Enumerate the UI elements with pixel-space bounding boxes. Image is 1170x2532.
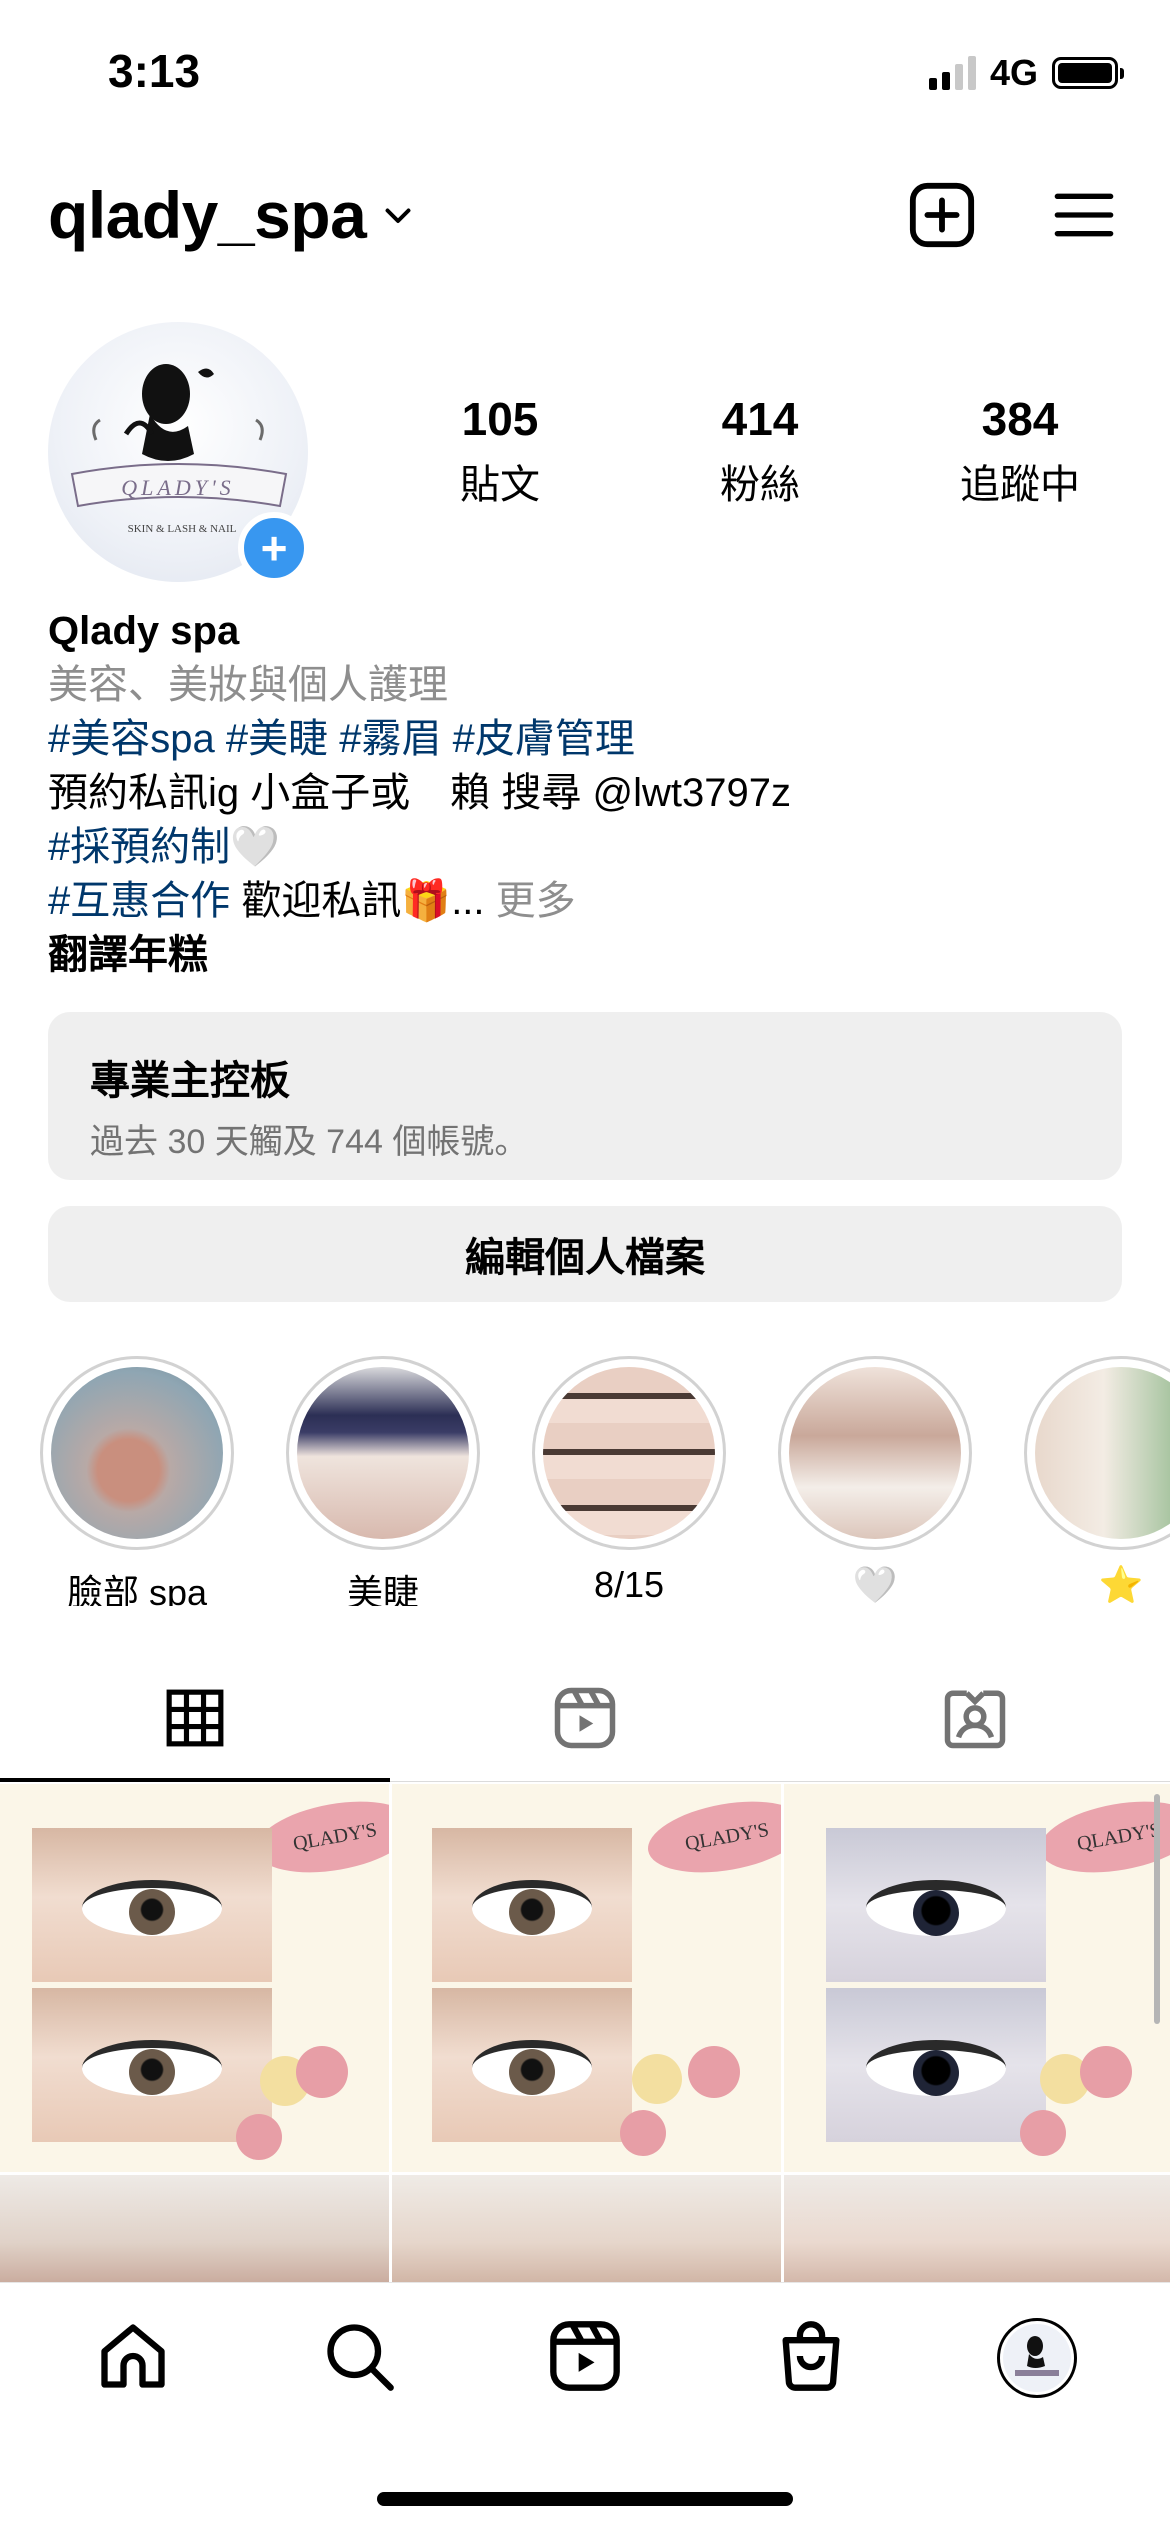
highlight-cover	[543, 1367, 715, 1539]
heart-emoji: 🤍	[230, 825, 281, 869]
nav-profile[interactable]	[989, 2310, 1085, 2406]
posts-grid: QLADY'S QLADY'S QLADY'S	[0, 1784, 1170, 2287]
tab-posts-grid[interactable]	[0, 1660, 390, 1782]
avatar-logo-text: QLADY'S	[121, 475, 234, 500]
highlight-label: ⭐	[1098, 1564, 1144, 1605]
profile-tabs	[0, 1660, 1170, 1782]
post-photo	[826, 1988, 1046, 2142]
highlight-label: 臉部 spa	[66, 1572, 208, 1606]
post-thumbnail[interactable]: QLADY'S	[784, 1784, 1170, 2172]
tagged-icon	[942, 1685, 1008, 1756]
search-icon	[321, 2318, 397, 2399]
dashboard-title: 專業主控板	[90, 1059, 290, 1103]
profile-avatar[interactable]: QLADY'S SKIN & LASH & NAIL +	[48, 322, 310, 584]
stat-following[interactable]: 384 追蹤中	[920, 392, 1120, 510]
highlight-item[interactable]: 🤍	[778, 1356, 972, 1606]
reels-icon	[552, 1685, 618, 1756]
highlight-item[interactable]: 8/15	[532, 1356, 726, 1606]
dashboard-subtitle: 過去 30 天觸及 744 個帳號。	[90, 1123, 529, 1161]
hashtag-link[interactable]: #美容spa	[48, 717, 215, 761]
bio-contact-line: 預約私訊ig 小盒子或 賴 搜尋 @lwt3797z	[48, 771, 791, 815]
post-logo: QLADY'S	[1034, 1790, 1170, 1884]
bio-hashtags: #美容spa #美睫 #霧眉 #皮膚管理	[48, 712, 1130, 766]
status-right: 4G	[928, 52, 1124, 94]
status-time: 3:13	[108, 45, 201, 97]
home-icon	[95, 2318, 171, 2399]
profile-avatar	[997, 2318, 1077, 2398]
avatar-logo-sub: SKIN & LASH & NAIL	[128, 523, 237, 535]
hashtag-link[interactable]: #霧眉	[339, 717, 441, 761]
hashtag-link[interactable]: #採預約制	[48, 825, 230, 869]
nav-reels[interactable]	[537, 2310, 633, 2406]
highlight-label: 8/15	[593, 1564, 665, 1605]
edit-profile-button[interactable]: 編輯個人檔案	[48, 1206, 1122, 1302]
highlight-label: 🤍	[852, 1564, 898, 1605]
display-name: Qlady spa	[48, 609, 240, 653]
ellipsis: ...	[451, 879, 496, 923]
highlight-cover	[297, 1367, 469, 1539]
nav-home[interactable]	[85, 2310, 181, 2406]
story-highlights: 臉部 spa 美睫 8/15 🤍 ⭐	[40, 1356, 1170, 1606]
stat-followers[interactable]: 414 粉絲	[660, 392, 860, 510]
new-post-icon[interactable]	[904, 177, 980, 253]
profile-stats: 105 貼文 414 粉絲 384 追蹤中	[400, 392, 1120, 510]
highlight-cover	[1035, 1367, 1170, 1539]
stat-label: 追蹤中	[960, 463, 1080, 507]
post-thumbnail[interactable]: QLADY'S	[0, 1784, 389, 2172]
grid-icon	[164, 1687, 226, 1754]
stat-number: 414	[721, 393, 799, 445]
post-thumbnail[interactable]: QLADY'S	[392, 1784, 781, 2172]
post-thumbnail[interactable]	[0, 2175, 389, 2287]
post-photo	[826, 1828, 1046, 1982]
scrollbar[interactable]	[1154, 1794, 1160, 2024]
more-link[interactable]: 更多	[496, 879, 576, 923]
hashtag-link[interactable]: #美睫	[226, 717, 328, 761]
stat-number: 105	[461, 393, 539, 445]
signal-icon	[928, 56, 976, 90]
stat-label: 貼文	[460, 463, 540, 507]
stat-label: 粉絲	[720, 463, 800, 507]
post-logo: QLADY'S	[642, 1790, 781, 1884]
bottom-navigation	[0, 2282, 1170, 2532]
highlight-label: 美睫	[346, 1572, 419, 1606]
menu-icon[interactable]	[1046, 177, 1122, 253]
shop-icon	[773, 2318, 849, 2399]
chevron-down-icon[interactable]	[380, 197, 416, 233]
profile-bio: Qlady spa 美容、美妝與個人護理 #美容spa #美睫 #霧眉 #皮膚管…	[48, 604, 1130, 982]
reels-icon	[547, 2318, 623, 2399]
bio-line-collab: #互惠合作 歡迎私訊🎁... 更多	[48, 874, 1130, 928]
tab-tagged[interactable]	[780, 1660, 1170, 1781]
battery-icon	[1052, 57, 1124, 89]
home-indicator	[377, 2492, 793, 2506]
post-photo	[32, 1828, 272, 1982]
hashtag-link[interactable]: #皮膚管理	[453, 717, 635, 761]
stat-number: 384	[981, 393, 1059, 445]
account-switcher[interactable]: qlady_spa	[48, 177, 367, 253]
highlight-item[interactable]: ⭐	[1024, 1356, 1170, 1606]
highlight-item[interactable]: 美睫	[286, 1356, 480, 1606]
post-photo	[432, 1988, 632, 2142]
gift-emoji: 🎁	[401, 879, 452, 923]
highlight-cover	[51, 1367, 223, 1539]
post-thumbnail[interactable]	[392, 2175, 781, 2287]
tab-reels[interactable]	[390, 1660, 780, 1781]
professional-dashboard[interactable]: 專業主控板 過去 30 天觸及 744 個帳號。	[48, 1012, 1122, 1180]
nav-shop[interactable]	[763, 2310, 859, 2406]
stat-posts[interactable]: 105 貼文	[400, 392, 600, 510]
post-photo	[432, 1828, 632, 1982]
post-photo	[32, 1988, 272, 2142]
add-story-icon[interactable]: +	[238, 512, 310, 584]
bio-line-reservation: #採預約制🤍	[48, 820, 1130, 874]
nav-search[interactable]	[311, 2310, 407, 2406]
post-thumbnail[interactable]	[784, 2175, 1170, 2287]
network-type: 4G	[989, 52, 1038, 93]
highlight-item[interactable]: 臉部 spa	[40, 1356, 234, 1606]
category-label: 美容、美妝與個人護理	[48, 663, 448, 707]
bio-text: 歡迎私訊	[230, 879, 402, 923]
status-bar: 3:13 4G	[0, 0, 1170, 150]
hashtag-link[interactable]: #互惠合作	[48, 879, 230, 923]
profile-header: qlady_spa	[48, 170, 1122, 260]
translate-link[interactable]: 翻譯年糕	[48, 928, 1130, 982]
highlight-cover	[789, 1367, 961, 1539]
